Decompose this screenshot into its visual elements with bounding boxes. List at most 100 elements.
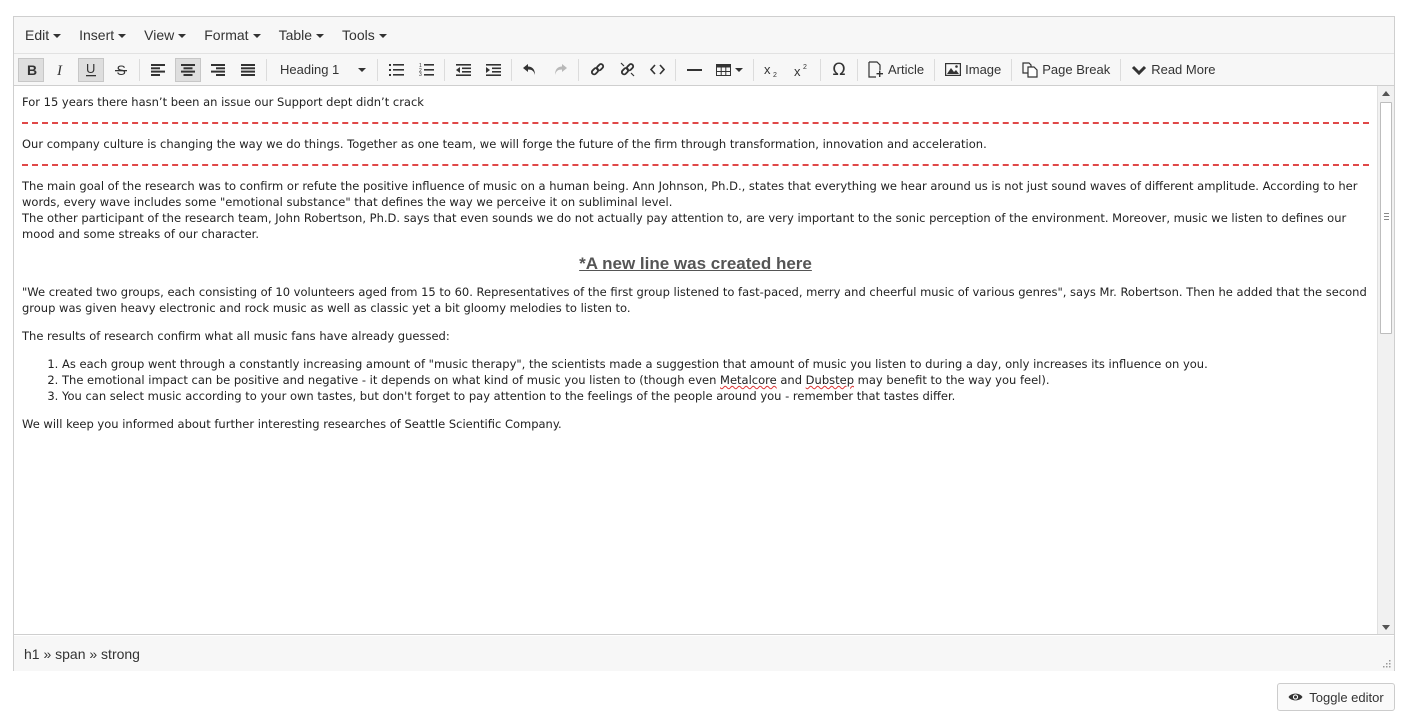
redo-button[interactable] <box>547 58 573 82</box>
subscript-icon: x2 <box>764 63 777 77</box>
insert-link-button[interactable] <box>584 58 610 82</box>
caret-down-icon <box>735 68 743 72</box>
menu-table[interactable]: Table <box>270 17 333 53</box>
svg-text:3: 3 <box>419 72 422 76</box>
caret-down-icon <box>378 33 387 38</box>
subscript-button[interactable]: x2 <box>759 58 785 82</box>
menu-view-label: View <box>144 27 175 43</box>
page-break-button-label: Page Break <box>1042 62 1111 77</box>
block-format-select[interactable]: Heading 1 <box>274 58 370 82</box>
image-button-label: Image <box>965 62 1002 77</box>
strikethrough-icon: S <box>115 63 127 77</box>
paragraph: "We created two groups, each consisting … <box>22 285 1367 315</box>
toolbar-separator <box>1011 58 1013 81</box>
caret-down-icon <box>358 68 366 72</box>
bold-icon: B <box>27 63 37 77</box>
image-button[interactable]: Image <box>940 58 1006 82</box>
svg-text:2: 2 <box>803 64 807 71</box>
paragraph-text: The other participant of the research te… <box>22 211 1347 241</box>
element-path[interactable]: h1 » span » strong <box>24 646 140 662</box>
italic-button[interactable]: I <box>48 58 74 82</box>
list-item-text: The emotional impact can be positive and… <box>62 373 721 387</box>
toggle-editor-button[interactable]: Toggle editor <box>1277 683 1395 711</box>
superscript-button[interactable]: x2 <box>789 58 815 82</box>
redo-icon <box>555 64 567 75</box>
underline-icon: U <box>86 62 96 77</box>
toolbar-separator <box>266 58 267 81</box>
menu-format[interactable]: Format <box>195 17 269 53</box>
strikethrough-button[interactable]: S <box>108 58 134 82</box>
eye-icon <box>1288 693 1303 701</box>
align-justify-button[interactable] <box>235 58 261 82</box>
table-button[interactable] <box>711 58 748 82</box>
article-button[interactable]: Article <box>863 58 929 82</box>
scroll-down-arrow-icon[interactable] <box>1378 620 1394 634</box>
toolbar-separator <box>444 58 445 81</box>
grip-icon <box>1384 213 1389 222</box>
outdent-button[interactable] <box>450 58 476 82</box>
svg-text:B: B <box>27 63 37 77</box>
toolbar-separator <box>857 58 858 81</box>
svg-text:U: U <box>86 62 95 76</box>
toolbar-separator <box>139 58 140 81</box>
caret-down-icon <box>53 33 62 38</box>
svg-text:x: x <box>764 63 771 77</box>
menu-tools-label: Tools <box>342 27 375 43</box>
menu-tools[interactable]: Tools <box>333 17 396 53</box>
bold-button[interactable]: B <box>18 57 44 82</box>
menu-edit[interactable]: Edit <box>16 17 70 53</box>
caret-down-icon <box>316 33 325 38</box>
read-more-button[interactable]: Read More <box>1126 58 1220 82</box>
align-center-button[interactable] <box>175 57 201 82</box>
horizontal-rule-icon <box>686 68 702 71</box>
menu-insert[interactable]: Insert <box>70 17 135 53</box>
read-more-button-label: Read More <box>1151 62 1216 77</box>
indent-icon <box>485 63 501 76</box>
block-format-value: Heading 1 <box>280 62 340 77</box>
paragraph-text: The main goal of the research was to con… <box>22 179 1358 209</box>
article-icon <box>868 61 883 78</box>
svg-text:2: 2 <box>773 72 777 77</box>
list-item: As each group went through a constantly … <box>62 356 1369 372</box>
toolbar-separator <box>511 58 512 81</box>
align-justify-icon <box>241 63 255 76</box>
align-right-icon <box>211 63 225 76</box>
heading-1: *A new line was created here <box>579 254 812 273</box>
scrollbar-thumb[interactable] <box>1380 102 1392 334</box>
editor-body[interactable]: For 15 years there hasn’t been an issue … <box>14 86 1377 634</box>
underline-button[interactable]: U <box>78 57 104 82</box>
bullet-list-button[interactable] <box>383 58 409 82</box>
menu-format-label: Format <box>204 27 249 43</box>
page-break-marker <box>22 164 1369 166</box>
menu-view[interactable]: View <box>135 17 195 53</box>
vertical-scrollbar[interactable] <box>1377 86 1394 634</box>
caret-down-icon <box>118 33 127 38</box>
remove-link-button[interactable] <box>614 58 640 82</box>
align-right-button[interactable] <box>205 58 231 82</box>
unlink-icon <box>620 62 634 77</box>
special-character-button[interactable]: Ω <box>826 58 852 82</box>
undo-button[interactable] <box>517 58 543 82</box>
misspelled-word[interactable]: Dubstep <box>806 373 854 387</box>
article-button-label: Article <box>888 62 925 77</box>
numbered-list-button[interactable]: 123 <box>413 58 439 82</box>
misspelled-word[interactable]: Metalcore <box>720 373 777 387</box>
caret-down-icon <box>252 33 261 38</box>
copy-pages-icon <box>1022 61 1038 78</box>
table-icon <box>716 63 731 76</box>
editor-content-area: For 15 years there hasn’t been an issue … <box>14 86 1394 635</box>
indent-button[interactable] <box>480 58 506 82</box>
source-code-button[interactable] <box>644 58 670 82</box>
page-break-button[interactable]: Page Break <box>1017 58 1115 82</box>
paragraph: We will keep you informed about further … <box>22 417 562 431</box>
toolbar-separator <box>675 58 676 81</box>
undo-icon <box>523 64 535 75</box>
horizontal-rule-button[interactable] <box>681 58 707 82</box>
align-left-button[interactable] <box>145 58 171 82</box>
toolbar-separator <box>377 58 378 81</box>
paragraph: The main goal of the research was to con… <box>22 178 1369 242</box>
resize-handle-icon[interactable] <box>1382 659 1391 668</box>
bullet-list-icon <box>388 63 404 76</box>
scroll-up-arrow-icon[interactable] <box>1378 86 1394 100</box>
superscript-icon: x2 <box>794 64 807 77</box>
